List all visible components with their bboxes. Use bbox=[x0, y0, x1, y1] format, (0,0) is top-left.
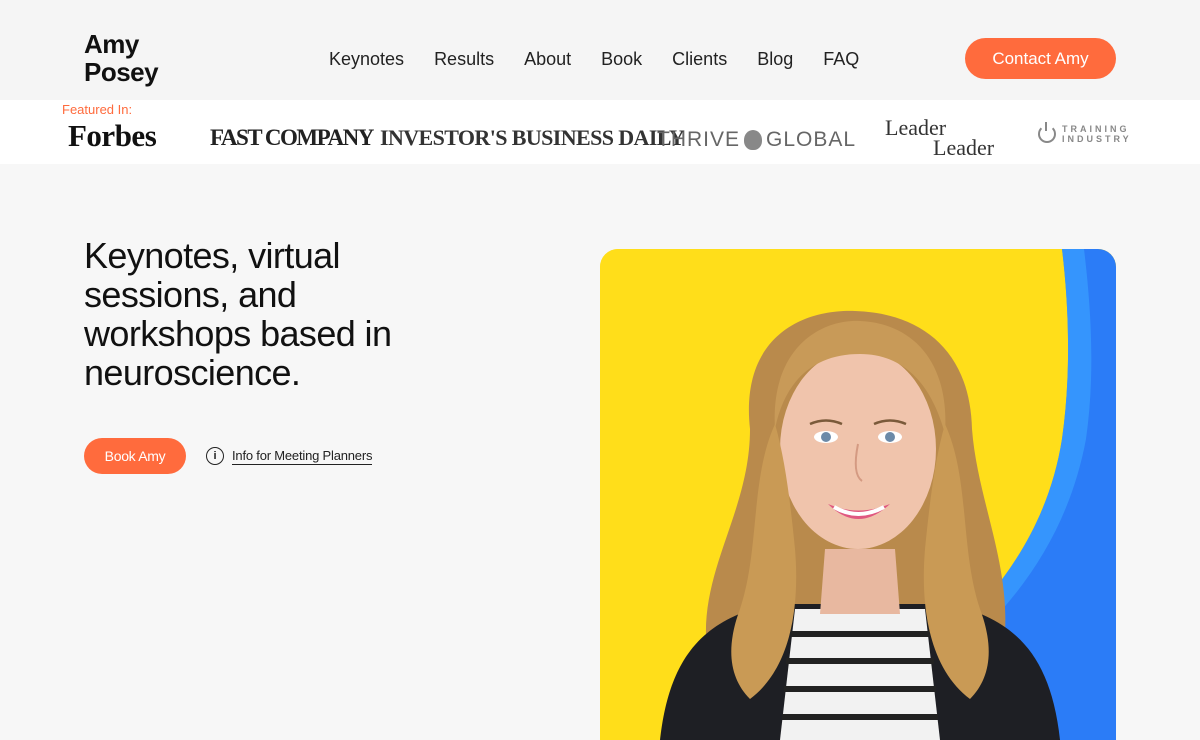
nav-clients[interactable]: Clients bbox=[672, 47, 727, 71]
neck bbox=[820, 549, 900, 614]
contact-amy-button[interactable]: Contact Amy bbox=[965, 38, 1116, 79]
nav-faq[interactable]: FAQ bbox=[823, 47, 859, 71]
meeting-planners-label: Info for Meeting Planners bbox=[232, 447, 373, 465]
speaker-portrait-illustration bbox=[600, 249, 1116, 740]
shirt bbox=[780, 609, 940, 740]
site-logo[interactable]: Amy Posey bbox=[84, 30, 159, 86]
leader-logo-line-2: Leader bbox=[933, 135, 995, 160]
thrive-global-logo: THRIVE GLOBAL bbox=[657, 128, 856, 152]
leader-to-leader-logo: Leader Leader bbox=[885, 117, 995, 160]
meeting-planners-link[interactable]: i Info for Meeting Planners bbox=[206, 447, 372, 465]
main-nav: Keynotes Results About Book Clients Blog… bbox=[329, 47, 859, 71]
nav-results[interactable]: Results bbox=[434, 47, 494, 71]
training-industry-logo: TRAINING INDUSTRY bbox=[1038, 122, 1132, 144]
site-header: Amy Posey Keynotes Results About Book Cl… bbox=[0, 0, 1200, 100]
power-icon bbox=[1038, 122, 1056, 143]
featured-in-strip: Featured In: Forbes FAST COMPANY INVESTO… bbox=[0, 100, 1200, 164]
nav-keynotes[interactable]: Keynotes bbox=[329, 47, 404, 71]
investors-business-daily-logo: INVESTOR'S BUSINESS DAILY bbox=[380, 125, 685, 150]
speaker-photo bbox=[600, 249, 1116, 740]
training-industry-text: TRAINING INDUSTRY bbox=[1062, 124, 1132, 144]
fast-company-logo: FAST COMPANY bbox=[210, 125, 374, 150]
training-text-line-1: TRAINING bbox=[1062, 124, 1130, 134]
info-icon: i bbox=[206, 447, 224, 465]
thrive-brain-icon bbox=[744, 130, 763, 150]
nav-book[interactable]: Book bbox=[601, 47, 642, 71]
thrive-logo-text-left: THRIVE bbox=[657, 128, 741, 151]
book-amy-button[interactable]: Book Amy bbox=[84, 438, 186, 474]
forbes-logo: Forbes bbox=[68, 118, 157, 153]
nav-about[interactable]: About bbox=[524, 47, 571, 71]
featured-label: Featured In: bbox=[62, 102, 133, 117]
training-text-line-2: INDUSTRY bbox=[1062, 134, 1132, 144]
thrive-logo-text-right: GLOBAL bbox=[766, 128, 857, 151]
hero-headline: Keynotes, virtual sessions, and workshop… bbox=[84, 235, 392, 393]
nav-blog[interactable]: Blog bbox=[757, 47, 793, 71]
